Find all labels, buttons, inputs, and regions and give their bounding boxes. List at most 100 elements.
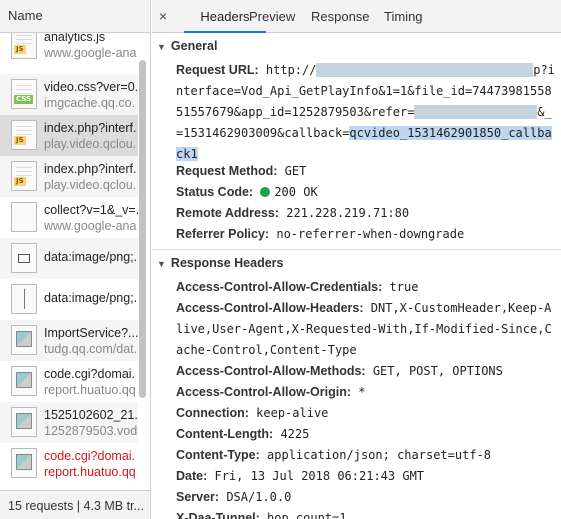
close-icon[interactable]: ×: [159, 8, 167, 24]
collapse-triangle-icon: ▼: [157, 42, 166, 52]
request-row-host: www.google-ana: [44, 219, 137, 233]
request-row[interactable]: code.cgi?domai. report.huatuo.qq: [0, 443, 138, 484]
request-row[interactable]: collect?v=1&_v=. www.google-ana: [0, 197, 138, 238]
remote-address-key: Remote Address:: [176, 206, 280, 220]
response-header-value: true: [389, 280, 419, 294]
request-row[interactable]: ImportService?... tudg.qq.com/dat.: [0, 320, 138, 361]
request-row-host: 1252879503.vod.: [44, 424, 138, 438]
request-url-key: Request URL:: [176, 63, 259, 77]
status-code-value: 200 OK: [274, 185, 318, 199]
request-row-name: ImportService?...: [44, 326, 138, 340]
tab-preview[interactable]: Preview: [249, 0, 295, 33]
request-list-scrollbar[interactable]: [139, 60, 146, 398]
request-row[interactable]: 1525102602_21.. 1252879503.vod.: [0, 402, 138, 443]
request-url-value: http://xxxxxxxxxxxxxxxxxxxxxxxxxxxxxxp?i…: [176, 63, 555, 161]
response-header-row: Connection: keep-alive: [176, 403, 556, 424]
remote-address-row: Remote Address: 221.228.219.71:80: [176, 203, 556, 224]
response-header-row: Content-Length: 4225: [176, 424, 556, 445]
request-row-name: analytics.js: [44, 33, 106, 44]
response-header-row: Access-Control-Allow-Headers: DNT,X-Cust…: [176, 298, 556, 361]
details-tab-bar: × Headers Preview Response Timing: [152, 0, 561, 33]
tab-response[interactable]: Response: [311, 0, 370, 33]
image-file-icon: [11, 325, 37, 355]
request-row-name: code.cgi?domai.: [44, 449, 136, 463]
response-headers-section-header[interactable]: ▼ Response Headers: [152, 256, 561, 270]
response-header-value: Fri, 13 Jul 2018 06:21:43 GMT: [214, 469, 425, 483]
status-code-key: Status Code:: [176, 185, 254, 199]
response-header-value: GET, POST, OPTIONS: [372, 364, 503, 378]
section-divider: [152, 249, 561, 250]
tab-timing[interactable]: Timing: [384, 0, 423, 33]
request-row-name: collect?v=1&_v=.: [44, 203, 138, 217]
response-header-row: Date: Fri, 13 Jul 2018 06:21:43 GMT: [176, 466, 556, 487]
image-file-icon: [11, 366, 37, 396]
request-row[interactable]: data:image/png;.: [0, 279, 138, 320]
request-row-name: index.php?interf.: [44, 162, 137, 176]
request-row-name: data:image/png;.: [44, 291, 138, 305]
response-header-key: Date:: [176, 469, 208, 483]
response-header-value: keep-alive: [256, 406, 329, 420]
request-row-name: code.cgi?domai.: [44, 367, 136, 381]
response-header-value: DSA/1.0.0: [226, 490, 292, 504]
response-header-value: *: [358, 385, 366, 399]
request-list-panel: Name JS analytics.js www.google-ana CSS vide…: [0, 0, 151, 519]
request-row-host: www.google-ana: [44, 46, 137, 60]
js-file-icon: JS: [11, 33, 37, 59]
js-file-icon: JS: [11, 120, 37, 150]
general-section-header[interactable]: ▼ General: [152, 39, 561, 53]
request-row[interactable]: data:image/png;.: [0, 238, 138, 279]
headers-content: ▼General Request URL: http://xxxxxxxxxxx…: [152, 33, 561, 519]
response-header-key: Access-Control-Allow-Methods:: [176, 364, 366, 378]
summary-status-bar: 15 requests | 4.3 MB tr...: [0, 490, 150, 519]
response-header-value: application/json; charset=utf-8: [267, 448, 491, 462]
request-row-host: play.video.qclou.: [44, 137, 137, 151]
image-file-icon: [11, 407, 37, 437]
request-row[interactable]: JS index.php?interf. play.video.qclou.: [0, 156, 138, 197]
request-url-scheme: http://: [265, 63, 317, 77]
request-method-row: Request Method: GET: [176, 161, 556, 182]
name-column-header[interactable]: Name: [0, 0, 150, 33]
image-bar-icon: [11, 284, 37, 314]
request-row-name: data:image/png;.: [44, 250, 138, 264]
status-code-row: Status Code: 200 OK: [176, 182, 556, 203]
status-ok-dot-icon: [260, 187, 271, 197]
remote-address-value: 221.228.219.71:80: [286, 206, 410, 220]
response-header-row: Access-Control-Allow-Origin: *: [176, 382, 556, 403]
response-header-key: Access-Control-Allow-Credentials:: [176, 280, 383, 294]
request-row-host: report.huatuo.qq: [44, 383, 136, 397]
response-header-row: Access-Control-Allow-Credentials: true: [176, 277, 556, 298]
response-header-key: Content-Type:: [176, 448, 260, 462]
request-row[interactable]: JS index.php?interf. play.video.qclou.: [0, 115, 138, 156]
collapse-triangle-icon: ▼: [157, 259, 166, 269]
request-row-host: tudg.qq.com/dat.: [44, 342, 138, 356]
js-file-icon: JS: [11, 161, 37, 191]
request-row-host: play.video.qclou.: [44, 178, 137, 192]
response-header-row: Access-Control-Allow-Methods: GET, POST,…: [176, 361, 556, 382]
response-header-key: Connection:: [176, 406, 249, 420]
response-header-row: X-Daa-Tunnel: hop_count=1: [176, 508, 556, 519]
response-header-value: hop_count=1: [267, 511, 347, 519]
referrer-policy-row: Referrer Policy: no-referrer-when-downgr…: [176, 224, 556, 245]
image-embed-icon: [11, 243, 37, 273]
request-row-host: imgcache.qq.co.: [44, 96, 136, 110]
response-header-row: Content-Type: application/json; charset=…: [176, 445, 556, 466]
response-header-key: Access-Control-Allow-Origin:: [176, 385, 352, 399]
request-row-host: report.huatuo.qq: [44, 465, 136, 479]
request-row[interactable]: CSS video.css?ver=0. imgcache.qq.co.: [0, 74, 138, 115]
referrer-policy-value: no-referrer-when-downgrade: [276, 227, 465, 241]
response-header-key: Content-Length:: [176, 427, 274, 441]
blank-file-icon: [11, 202, 37, 232]
response-header-key: Access-Control-Allow-Headers:: [176, 301, 364, 315]
redacted-refer: xxxxxxxxxxxxxxxxx: [414, 105, 538, 119]
response-header-key: X-Daa-Tunnel:: [176, 511, 260, 519]
request-row-name: index.php?interf.: [44, 121, 137, 135]
response-header-row: Server: DSA/1.0.0: [176, 487, 556, 508]
image-file-icon: [11, 448, 37, 478]
request-row[interactable]: code.cgi?domai. report.huatuo.qq: [0, 361, 138, 402]
request-row[interactable]: JS analytics.js www.google-ana: [0, 33, 138, 65]
request-row-name: 1525102602_21..: [44, 408, 138, 422]
redacted-host: xxxxxxxxxxxxxxxxxxxxxxxxxxxxxx: [316, 63, 534, 77]
request-url-row: Request URL: http://xxxxxxxxxxxxxxxxxxxx…: [176, 60, 556, 165]
request-method-key: Request Method:: [176, 164, 278, 178]
request-row-name: video.css?ver=0.: [44, 80, 138, 94]
